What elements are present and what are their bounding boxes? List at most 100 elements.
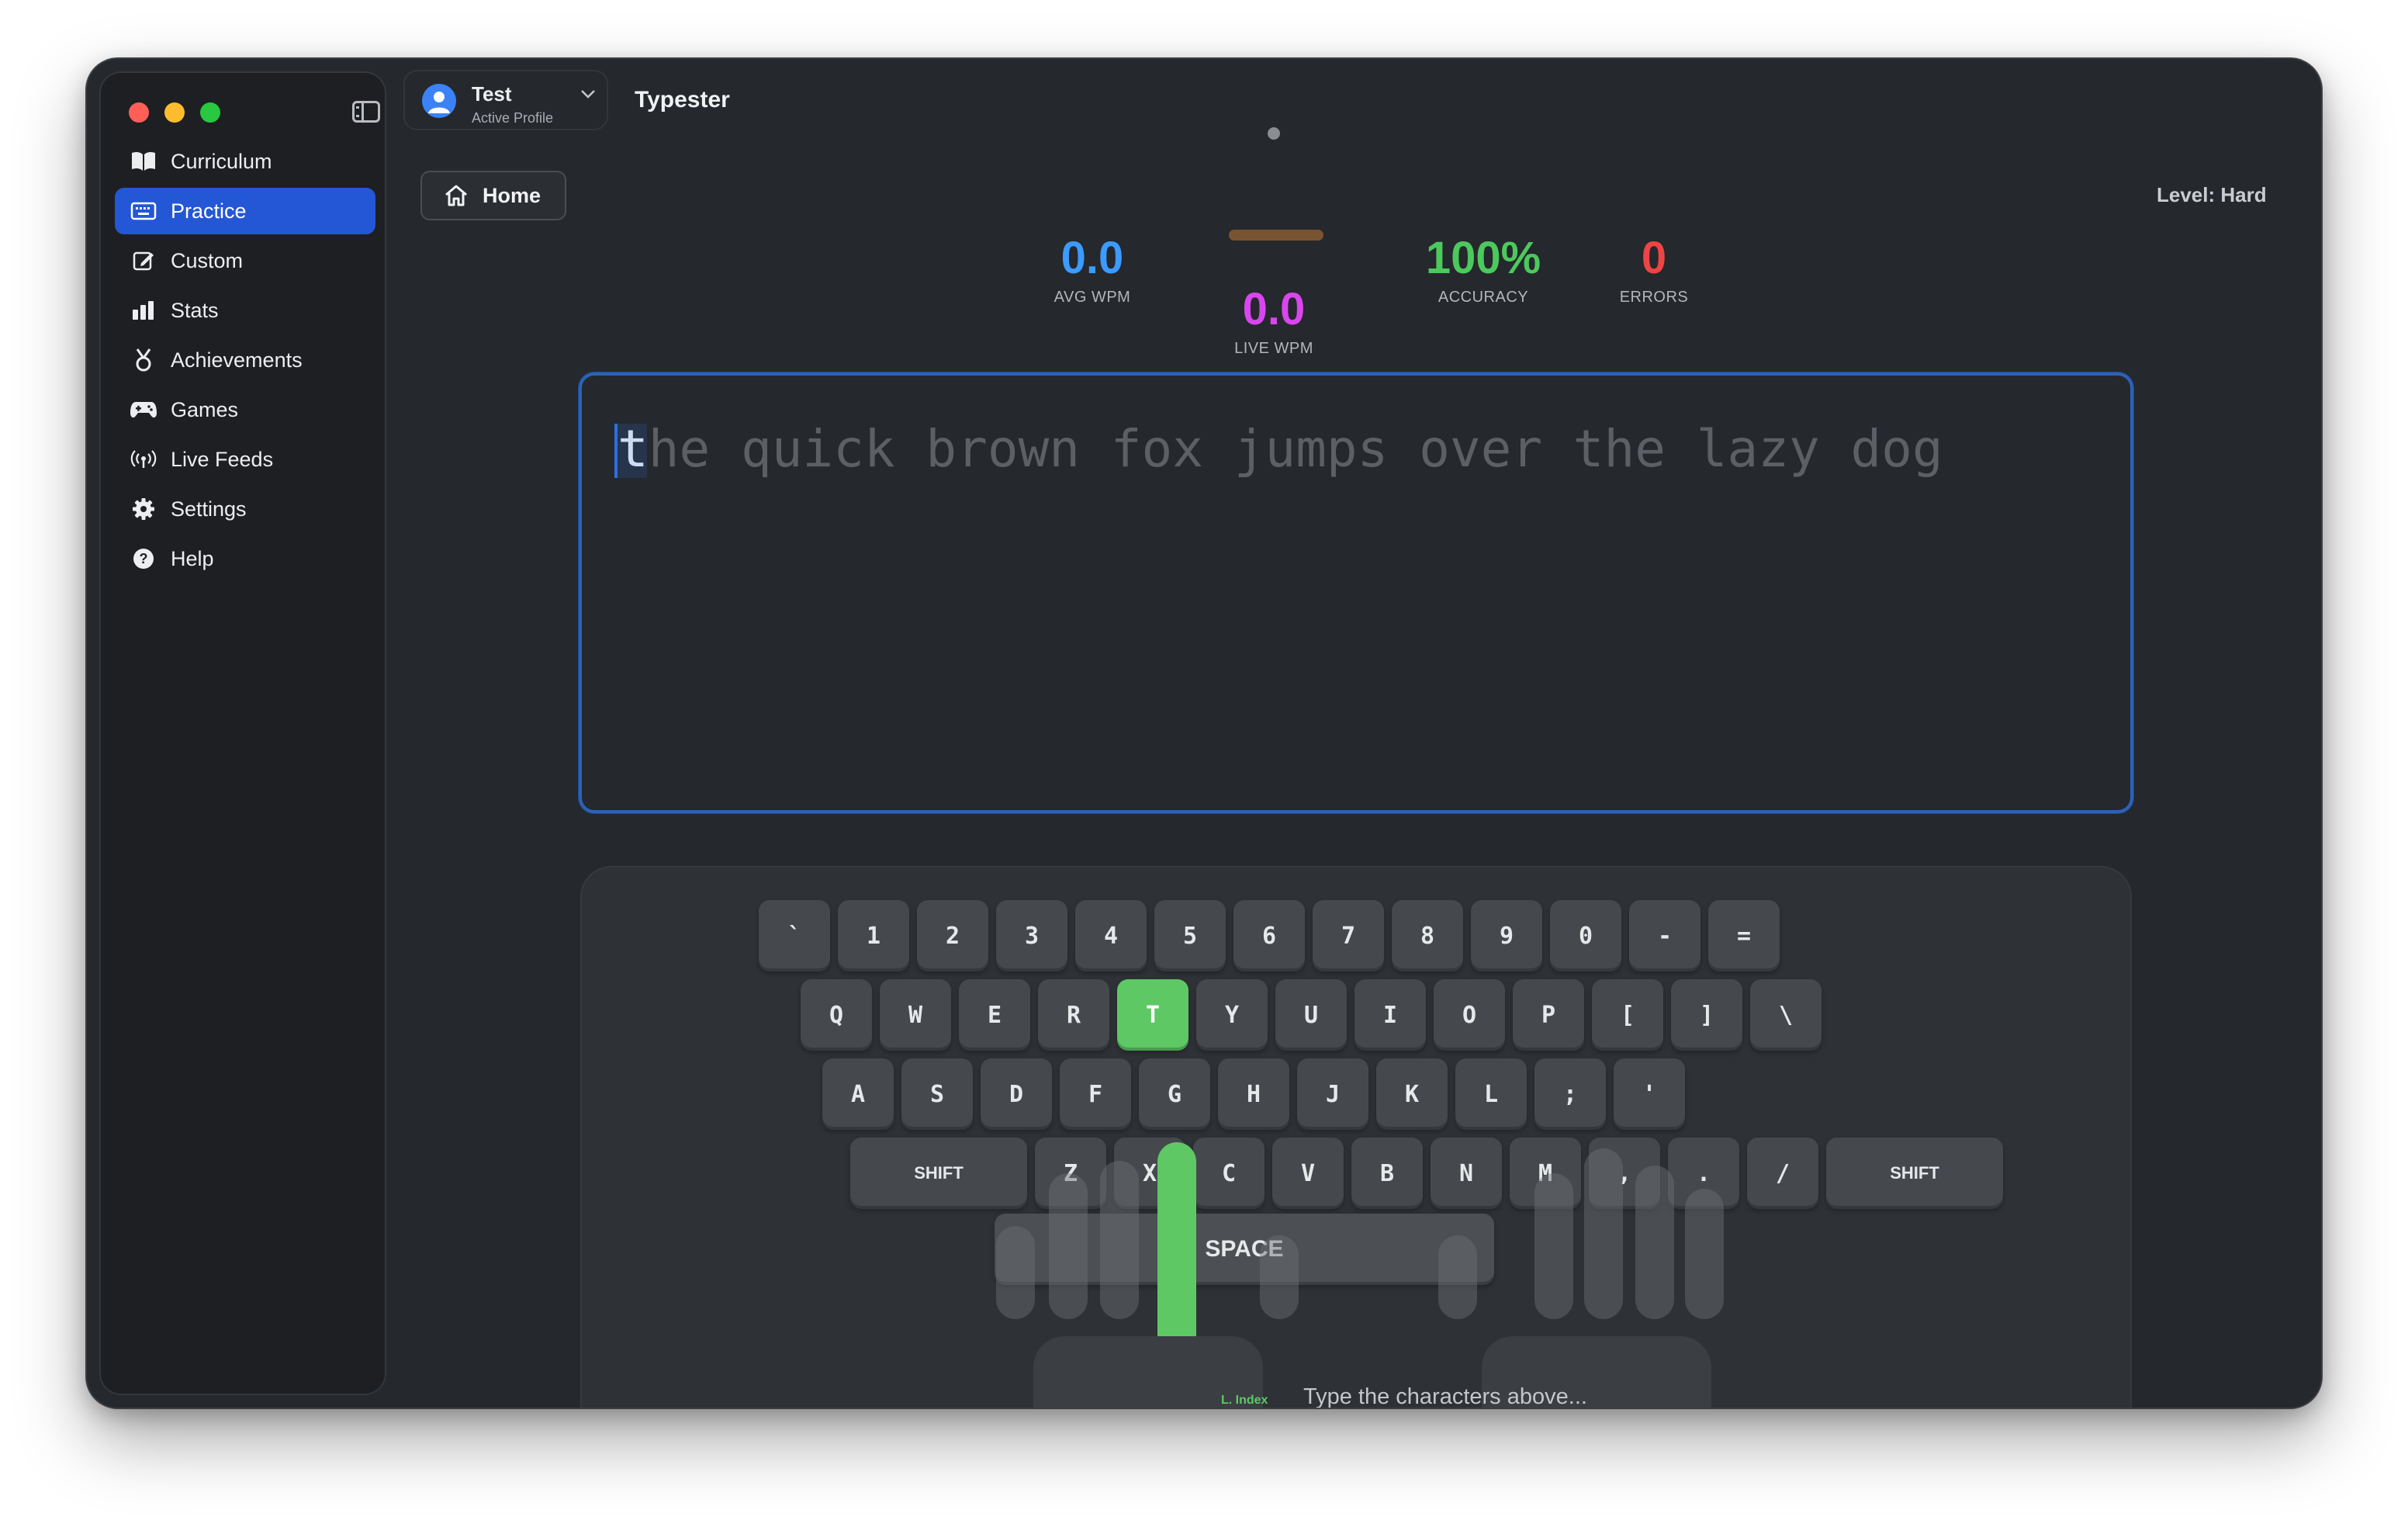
finger bbox=[1685, 1189, 1724, 1319]
key[interactable]: 8 bbox=[1392, 900, 1463, 972]
sidebar-toggle-icon[interactable] bbox=[352, 101, 380, 123]
key[interactable]: R bbox=[1038, 979, 1109, 1051]
page-indicator bbox=[1268, 127, 1280, 140]
key[interactable]: 2 bbox=[917, 900, 988, 972]
finger bbox=[1049, 1173, 1088, 1319]
sidebar-item-practice[interactable]: Practice bbox=[115, 188, 375, 234]
key[interactable]: 3 bbox=[996, 900, 1067, 972]
errors-stat: 0 ERRORS bbox=[1600, 236, 1708, 307]
profile-subtitle: Active Profile bbox=[472, 110, 554, 126]
key[interactable]: 6 bbox=[1233, 900, 1305, 972]
key[interactable]: U bbox=[1275, 979, 1347, 1051]
key[interactable]: ' bbox=[1614, 1058, 1685, 1130]
text-cursor bbox=[614, 424, 618, 478]
sidebar-item-stats[interactable]: Stats bbox=[115, 287, 375, 334]
key[interactable]: S bbox=[901, 1058, 973, 1130]
key[interactable]: A bbox=[822, 1058, 894, 1130]
key[interactable]: 4 bbox=[1075, 900, 1147, 972]
accuracy-value: 100% bbox=[1425, 233, 1541, 283]
key[interactable]: N bbox=[1431, 1138, 1502, 1209]
svg-text:?: ? bbox=[140, 551, 148, 566]
app-window: Curriculum Practice Custom Stats Achieve… bbox=[87, 59, 2321, 1408]
key[interactable]: V bbox=[1272, 1138, 1344, 1209]
key[interactable]: T bbox=[1117, 979, 1188, 1051]
key[interactable]: 7 bbox=[1313, 900, 1384, 972]
key[interactable]: ] bbox=[1671, 979, 1742, 1051]
keyboard-icon bbox=[129, 201, 158, 221]
finger bbox=[996, 1226, 1035, 1319]
sidebar: Curriculum Practice Custom Stats Achieve… bbox=[99, 71, 386, 1395]
errors-value: 0 bbox=[1641, 233, 1667, 283]
typing-hint: Type the characters above... bbox=[1303, 1384, 1587, 1408]
sidebar-item-curriculum[interactable]: Curriculum bbox=[115, 138, 375, 185]
key[interactable]: [ bbox=[1592, 979, 1663, 1051]
finger bbox=[1260, 1235, 1299, 1319]
key[interactable]: E bbox=[959, 979, 1030, 1051]
key[interactable]: / bbox=[1747, 1138, 1818, 1209]
sidebar-item-label: Settings bbox=[171, 497, 247, 521]
key[interactable]: J bbox=[1297, 1058, 1368, 1130]
key[interactable]: L bbox=[1455, 1058, 1527, 1130]
key[interactable]: 1 bbox=[838, 900, 909, 972]
key[interactable]: Q bbox=[801, 979, 872, 1051]
live-wpm-bar bbox=[1229, 230, 1323, 241]
right-shift-key[interactable]: SHIFT bbox=[1826, 1138, 2003, 1209]
key[interactable]: ; bbox=[1534, 1058, 1606, 1130]
key[interactable]: W bbox=[880, 979, 951, 1051]
broadcast-icon bbox=[129, 449, 158, 469]
key[interactable]: 5 bbox=[1154, 900, 1226, 972]
key[interactable]: G bbox=[1139, 1058, 1210, 1130]
sidebar-item-games[interactable]: Games bbox=[115, 386, 375, 433]
typing-area[interactable]: the quick brown fox jumps over the lazy … bbox=[579, 372, 2133, 813]
sidebar-item-settings[interactable]: Settings bbox=[115, 486, 375, 532]
zoom-window-button[interactable] bbox=[200, 102, 220, 123]
sidebar-item-live-feeds[interactable]: Live Feeds bbox=[115, 436, 375, 483]
minimize-window-button[interactable] bbox=[164, 102, 185, 123]
house-icon bbox=[444, 184, 469, 207]
key[interactable]: Y bbox=[1196, 979, 1268, 1051]
sidebar-item-achievements[interactable]: Achievements bbox=[115, 337, 375, 383]
edit-icon bbox=[129, 249, 158, 272]
key[interactable]: B bbox=[1351, 1138, 1423, 1209]
key[interactable]: 9 bbox=[1471, 900, 1542, 972]
key[interactable]: C bbox=[1193, 1138, 1265, 1209]
key[interactable]: K bbox=[1376, 1058, 1448, 1130]
sidebar-item-help[interactable]: ? Help bbox=[115, 535, 375, 582]
key[interactable]: P bbox=[1513, 979, 1584, 1051]
live-wpm-label: LIVE WPM bbox=[1234, 340, 1313, 357]
sidebar-item-label: Custom bbox=[171, 248, 244, 272]
app-title: Typester bbox=[635, 87, 730, 113]
key[interactable]: ` bbox=[759, 900, 830, 972]
finger-label: L. Index bbox=[1221, 1394, 1268, 1407]
key[interactable]: O bbox=[1434, 979, 1505, 1051]
sidebar-item-label: Practice bbox=[171, 199, 247, 223]
sidebar-item-label: Live Feeds bbox=[171, 447, 274, 471]
key[interactable]: 0 bbox=[1550, 900, 1621, 972]
key[interactable]: F bbox=[1060, 1058, 1131, 1130]
sidebar-item-custom[interactable]: Custom bbox=[115, 237, 375, 284]
key[interactable]: I bbox=[1354, 979, 1426, 1051]
chevron-down-icon[interactable] bbox=[580, 88, 596, 102]
key[interactable]: H bbox=[1218, 1058, 1289, 1130]
finger bbox=[1534, 1173, 1573, 1319]
live-wpm-stat: 0.0 LIVE WPM bbox=[1204, 287, 1344, 358]
key[interactable]: = bbox=[1708, 900, 1780, 972]
key[interactable]: - bbox=[1629, 900, 1700, 972]
close-window-button[interactable] bbox=[129, 102, 149, 123]
level-indicator: Level: Hard bbox=[2157, 183, 2267, 206]
avg-wpm-value: 0.0 bbox=[1060, 233, 1124, 283]
sidebar-item-label: Achievements bbox=[171, 348, 303, 372]
book-icon bbox=[129, 151, 158, 172]
practice-passage: the quick brown fox jumps over the lazy … bbox=[614, 419, 1943, 479]
live-wpm-value: 0.0 bbox=[1242, 284, 1306, 334]
left-shift-key[interactable]: SHIFT bbox=[850, 1138, 1027, 1209]
home-button[interactable]: Home bbox=[420, 171, 566, 220]
key[interactable]: D bbox=[981, 1058, 1052, 1130]
bar-chart-icon bbox=[129, 300, 158, 320]
finger bbox=[1635, 1166, 1674, 1319]
errors-label: ERRORS bbox=[1619, 289, 1689, 306]
avg-wpm-stat: 0.0 AVG WPM bbox=[1022, 236, 1162, 307]
key[interactable]: \ bbox=[1750, 979, 1822, 1051]
profile-switcher[interactable]: Test Active Profile bbox=[403, 70, 608, 130]
sidebar-item-label: Curriculum bbox=[171, 149, 272, 173]
